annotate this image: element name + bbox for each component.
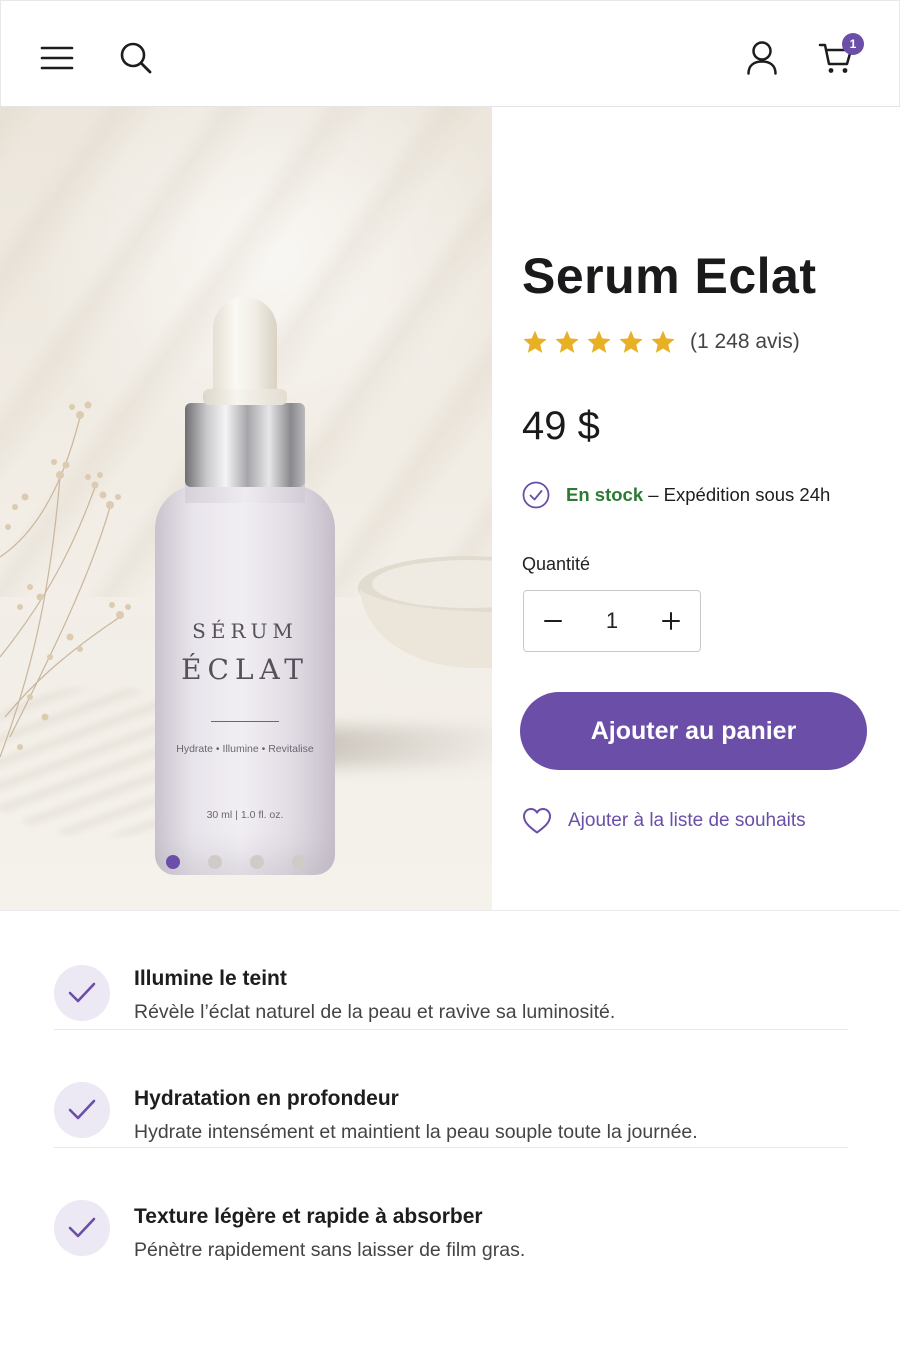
quantity-label: Quantité <box>522 554 591 574</box>
feature-check-badge <box>54 1200 110 1256</box>
carousel-dot[interactable] <box>166 855 180 869</box>
feature-description: Pénètre rapidement sans laisser de film … <box>134 1239 526 1261</box>
quantity-stepper: 1 <box>523 590 701 652</box>
increase-quantity-button[interactable] <box>642 591 700 651</box>
dried-flowers-decoration <box>0 401 131 758</box>
feature-item: Hydratation en profondeur Hydrate intens… <box>54 1029 848 1147</box>
cart-button[interactable]: 1 <box>814 33 864 81</box>
shipping-info: – Expédition sous 24h <box>648 484 831 505</box>
plus-icon <box>662 612 680 630</box>
carousel-dot[interactable] <box>292 855 306 869</box>
hamburger-menu-icon <box>40 46 74 70</box>
add-to-wishlist-link[interactable]: Ajouter à la liste de souhaits <box>522 807 806 835</box>
top-nav-bar: 1 <box>0 0 900 107</box>
check-circle-icon <box>522 481 550 509</box>
serum-bottle-photo: SÉRUM ÉCLAT Hydrate • Illumine • Revital… <box>155 297 335 877</box>
feature-description: Révèle l’éclat naturel de la peau et rav… <box>134 1001 616 1023</box>
star-icon <box>619 330 643 353</box>
star-icon <box>587 330 611 353</box>
review-count[interactable]: (1 248 avis) <box>690 330 800 354</box>
feature-check-badge <box>54 1082 110 1138</box>
feature-title: Illumine le teint <box>134 967 287 990</box>
check-icon <box>68 982 96 1003</box>
in-stock-label: En stock <box>566 484 644 505</box>
dropper-bulb <box>203 297 287 405</box>
check-icon <box>68 1217 96 1238</box>
product-info-panel: Serum Eclat (1 248 avis) 49 $ En stock –… <box>492 107 900 910</box>
check-icon <box>68 1099 96 1120</box>
feature-title: Hydratation en profondeur <box>134 1087 399 1110</box>
search-icon <box>120 42 152 74</box>
bottle-label-benefits: Hydrate • Illumine • Revitalise <box>176 743 314 755</box>
product-features-list: Illumine le teint Révèle l’éclat naturel… <box>0 910 900 1350</box>
carousel-dot[interactable] <box>208 855 222 869</box>
product-price: 49 $ <box>522 404 600 448</box>
account-button[interactable] <box>740 35 784 81</box>
user-icon <box>747 41 777 75</box>
feature-check-badge <box>54 965 110 1021</box>
stock-status: En stock – Expédition sous 24h <box>522 481 830 509</box>
wishlist-label: Ajouter à la liste de souhaits <box>568 810 806 831</box>
product-title: Serum Eclat <box>522 248 817 304</box>
product-rating[interactable]: (1 248 avis) <box>522 329 800 355</box>
minus-icon <box>544 620 562 622</box>
product-image-gallery[interactable]: SÉRUM ÉCLAT Hydrate • Illumine • Revital… <box>0 107 492 910</box>
quantity-value[interactable]: 1 <box>587 608 637 634</box>
ceramic-bowl-decoration <box>358 556 492 668</box>
add-to-cart-button[interactable]: Ajouter au panier <box>520 692 867 770</box>
star-icon <box>523 330 547 353</box>
decrease-quantity-button[interactable] <box>524 591 582 651</box>
stock-text: En stock – Expédition sous 24h <box>566 484 830 506</box>
heart-icon <box>523 808 551 834</box>
bottle-label-line2: ÉCLAT <box>181 653 309 686</box>
carousel-dot[interactable] <box>250 855 264 869</box>
carousel-pagination <box>166 855 306 871</box>
menu-button[interactable] <box>35 35 79 81</box>
star-rating <box>522 329 676 355</box>
feature-title: Texture légère et rapide à absorber <box>134 1205 483 1228</box>
star-icon <box>555 330 579 353</box>
feature-description: Hydrate intensément et maintient la peau… <box>134 1121 698 1143</box>
feature-item: Texture légère et rapide à absorber Pénè… <box>54 1147 848 1265</box>
feature-item: Illumine le teint Révèle l’éclat naturel… <box>54 911 848 1029</box>
search-button[interactable] <box>114 35 158 81</box>
cart-count-badge: 1 <box>842 33 864 55</box>
bottle-collar <box>185 403 305 487</box>
bottle-label-volume: 30 ml | 1.0 fl. oz. <box>206 809 284 821</box>
bottle-label-divider <box>211 721 279 722</box>
bottle-label-line1: SÉRUM <box>192 619 298 643</box>
star-icon <box>651 330 675 353</box>
